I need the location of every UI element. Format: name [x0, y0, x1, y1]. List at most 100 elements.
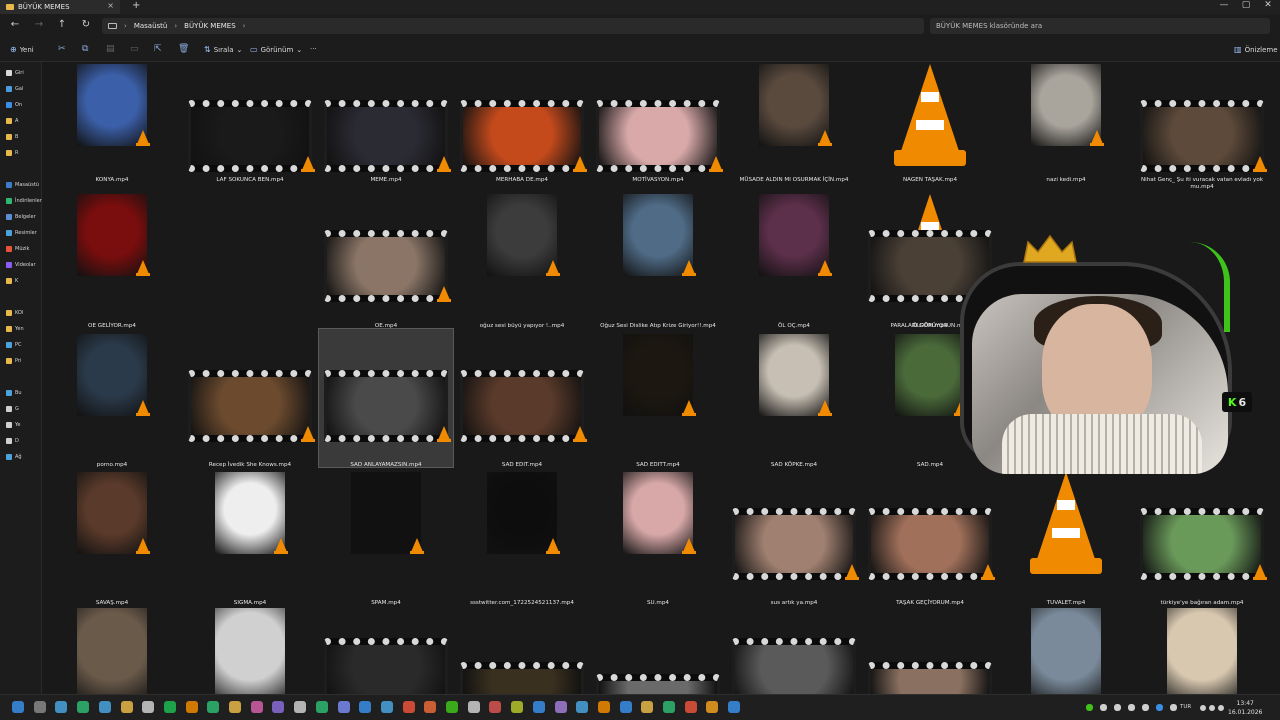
taskbar-app-icon[interactable]: [272, 701, 285, 713]
new-button[interactable]: ⊕ Yeni: [10, 45, 34, 54]
video-thumbnail[interactable]: [460, 662, 584, 694]
sidebar-item[interactable]: Belgeler: [6, 214, 36, 220]
share-icon[interactable]: ⇱: [154, 44, 162, 54]
taskbar-app-icon[interactable]: [337, 701, 350, 713]
video-thumbnail[interactable]: [732, 638, 856, 694]
close-window-button[interactable]: ✕: [1258, 0, 1278, 10]
video-thumbnail[interactable]: [1167, 608, 1237, 694]
view-button[interactable]: ▭ Görünüm ⌄: [250, 45, 302, 54]
forward-button[interactable]: →: [32, 19, 46, 30]
battery-icon[interactable]: [1218, 705, 1224, 711]
start-windows-icon[interactable]: [12, 701, 24, 713]
taskbar-app-icon[interactable]: [250, 701, 263, 713]
taskbar-app-icon[interactable]: [554, 701, 567, 713]
language-indicator[interactable]: TUR: [1180, 704, 1191, 710]
taskbar-app-icon[interactable]: [684, 701, 697, 713]
video-thumbnail[interactable]: [215, 608, 285, 694]
sidebar-item[interactable]: A: [6, 118, 18, 124]
sidebar-item[interactable]: PC: [6, 342, 22, 348]
breadcrumb-current-folder[interactable]: BÜYÜK MEMES: [184, 22, 236, 30]
up-button[interactable]: ↑: [55, 19, 69, 30]
tab-buyuk-memes[interactable]: BÜYÜK MEMES ×: [0, 0, 120, 14]
minimize-button[interactable]: —: [1214, 0, 1234, 10]
taskbar-app-icon[interactable]: [706, 701, 719, 713]
taskbar-app-icon[interactable]: [576, 701, 589, 713]
sidebar-item[interactable]: Giri: [6, 70, 24, 76]
taskbar-app-icon[interactable]: [142, 701, 155, 713]
taskbar-app-icon[interactable]: [597, 701, 610, 713]
back-button[interactable]: ←: [8, 19, 22, 30]
taskbar-app-icon[interactable]: [55, 701, 68, 713]
sidebar-item[interactable]: Ağ: [6, 454, 22, 460]
sidebar-item[interactable]: G: [6, 406, 19, 412]
tray-icon[interactable]: [1086, 704, 1093, 711]
taskbar-app-icon[interactable]: [185, 701, 198, 713]
taskbar-app-icon[interactable]: [641, 701, 654, 713]
tray-icon[interactable]: [1170, 704, 1177, 711]
copy-icon[interactable]: ⧉: [82, 44, 88, 54]
taskbar-app-icon[interactable]: [120, 701, 133, 713]
address-bar[interactable]: › Masaüstü › BÜYÜK MEMES ›: [102, 18, 924, 34]
breadcrumb-desktop[interactable]: Masaüstü: [134, 22, 168, 30]
video-thumbnail[interactable]: [324, 638, 448, 694]
taskbar-app-icon[interactable]: [163, 701, 176, 713]
rename-icon[interactable]: ▭: [130, 44, 139, 54]
tab-close-icon[interactable]: ×: [107, 1, 114, 10]
maximize-button[interactable]: ▢: [1236, 0, 1256, 10]
taskbar-app-icon[interactable]: [402, 701, 415, 713]
sidebar-item[interactable]: Ye: [6, 422, 20, 428]
sidebar-item[interactable]: D: [6, 438, 19, 444]
sidebar-item[interactable]: K: [6, 278, 18, 284]
taskbar-app-icon[interactable]: [424, 701, 437, 713]
search-icon[interactable]: [33, 701, 46, 713]
taskbar-app-icon[interactable]: [467, 701, 480, 713]
sidebar-item[interactable]: Pri: [6, 358, 21, 364]
tray-icon[interactable]: [1114, 704, 1121, 711]
new-tab-button[interactable]: +: [132, 0, 140, 11]
more-options-button[interactable]: ···: [310, 45, 317, 53]
sidebar-item[interactable]: R: [6, 150, 18, 156]
sort-button[interactable]: ⇅ Sırala ⌄: [204, 45, 242, 54]
paste-icon[interactable]: ▤: [106, 44, 115, 54]
tray-icon[interactable]: [1128, 704, 1135, 711]
sidebar-item[interactable]: KOI: [6, 310, 23, 316]
sidebar-item[interactable]: Gal: [6, 86, 23, 92]
sidebar-item[interactable]: İndirilenler: [6, 198, 42, 204]
taskbar-app-icon[interactable]: [229, 701, 241, 713]
tray-icon[interactable]: [1142, 704, 1149, 711]
preview-pane-button[interactable]: ▥ Önizleme: [1234, 45, 1278, 54]
tray-icon[interactable]: [1100, 704, 1107, 711]
taskbar-app-icon[interactable]: [663, 701, 675, 713]
taskbar-app-icon[interactable]: [619, 701, 632, 713]
volume-icon[interactable]: [1209, 705, 1215, 711]
taskbar-app-icon[interactable]: [294, 701, 307, 713]
refresh-button[interactable]: ↻: [79, 19, 93, 30]
wifi-icon[interactable]: [1200, 705, 1206, 711]
taskbar-app-icon[interactable]: [359, 701, 372, 713]
taskbar-app-icon[interactable]: [380, 701, 393, 713]
delete-icon[interactable]: 🗑: [178, 44, 189, 54]
taskbar-app-icon[interactable]: [98, 701, 111, 713]
clock[interactable]: 13:47 16.01.2026: [1228, 699, 1262, 717]
sidebar-item[interactable]: B: [6, 134, 18, 140]
search-input[interactable]: BÜYÜK MEMES klasöründe ara: [930, 18, 1270, 34]
taskbar-app-icon[interactable]: [532, 701, 545, 713]
taskbar-app-icon[interactable]: [315, 701, 328, 713]
taskbar-app-icon[interactable]: [511, 701, 524, 713]
sidebar-item[interactable]: Müzik: [6, 246, 29, 252]
sidebar-item[interactable]: Bu: [6, 390, 22, 396]
tray-icon[interactable]: [1156, 704, 1163, 711]
video-thumbnail[interactable]: [77, 608, 147, 694]
sidebar-item[interactable]: On: [6, 102, 22, 108]
sidebar-item[interactable]: Videolar: [6, 262, 36, 268]
taskbar-app-icon[interactable]: [446, 701, 458, 713]
cut-icon[interactable]: ✂: [58, 44, 66, 54]
taskbar-app-icon[interactable]: [207, 701, 220, 713]
sidebar-item[interactable]: Masaüstü: [6, 182, 39, 188]
sidebar-item[interactable]: Yen: [6, 326, 24, 332]
video-thumbnail[interactable]: [868, 662, 992, 694]
video-thumbnail[interactable]: [1031, 608, 1101, 694]
sidebar-item[interactable]: Resimler: [6, 230, 37, 236]
taskbar-app-icon[interactable]: [728, 701, 741, 713]
taskbar-app-icon[interactable]: [77, 701, 90, 713]
